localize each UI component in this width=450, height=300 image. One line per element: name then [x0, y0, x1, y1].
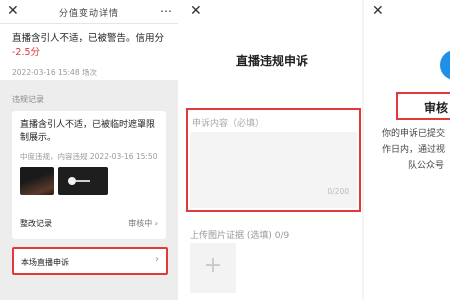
appeal-label: 本场直播申诉: [21, 258, 69, 267]
violation-record-card: 直播含引人不适，已被临时遮罩限制展示。 中度违规，内容违规 2022-03-16…: [12, 111, 166, 239]
char-counter: 0/200: [327, 187, 349, 196]
status-title-box: 审核: [396, 92, 450, 120]
chevron-right-icon: ›: [155, 254, 159, 265]
score-change: -2.5分: [12, 47, 41, 58]
close-icon[interactable]: ✕: [372, 3, 384, 19]
cable-line: [76, 180, 90, 182]
upload-image-button[interactable]: +: [190, 243, 236, 293]
evidence-thumbnail[interactable]: [58, 167, 108, 195]
appeal-form-panel: ✕ 直播违规申诉 申诉内容（必填） 0/200 上传图片证据 (选填) 0/9 …: [182, 0, 364, 300]
appeal-content-textarea[interactable]: 申诉内容（必填） 0/200: [186, 108, 361, 212]
status-title: 审核: [424, 101, 449, 115]
textarea-placeholder: 申诉内容（必填）: [192, 119, 265, 129]
status-icon: [440, 50, 450, 80]
more-icon[interactable]: ⋯: [160, 3, 172, 19]
notice-time: 2022-03-16 15:48 场次: [12, 68, 97, 77]
appeal-status-panel: ✕ 审核 你的申诉已提交 作日内，通过视 队公众号: [366, 0, 450, 300]
textarea-body[interactable]: [190, 132, 357, 208]
rectify-row[interactable]: 整改记录 审核中 ›: [20, 218, 158, 229]
page-title: 直播违规申诉: [235, 54, 308, 68]
light-bulb-image: [68, 177, 76, 185]
close-icon[interactable]: ✕: [190, 3, 202, 19]
penalty-notice: 直播含引人不适，已被警告。信用分 -2.5分 2022-03-16 15:48 …: [0, 24, 178, 80]
notice-text: 直播含引人不适，已被警告。信用分 -2.5分: [12, 33, 165, 58]
evidence-thumbnail[interactable]: [20, 167, 54, 195]
section-label: 违规记录: [12, 95, 44, 104]
page-title: 分值变动详情: [58, 9, 119, 19]
score-detail-header: ✕ 分值变动详情 ⋯: [0, 0, 178, 24]
evidence-thumbnails: [20, 167, 158, 195]
plus-icon: +: [203, 253, 223, 278]
upload-label: 上传图片证据 (选填) 0/9: [190, 231, 290, 241]
status-description: 你的申诉已提交 作日内，通过视 队公众号: [382, 129, 446, 171]
rectify-status: 审核中 ›: [128, 219, 158, 228]
rectify-label: 整改记录: [20, 219, 52, 228]
appeal-live-button[interactable]: 本场直播申诉 ›: [12, 247, 168, 275]
record-meta: 中度违规，内容违规 2022-03-16 15:50: [20, 152, 158, 161]
record-text: 直播含引人不适，已被临时遮罩限制展示。: [20, 120, 156, 143]
score-detail-panel: ✕ 分值变动详情 ⋯ 直播含引人不适，已被警告。信用分 -2.5分 2022-0…: [0, 0, 180, 300]
